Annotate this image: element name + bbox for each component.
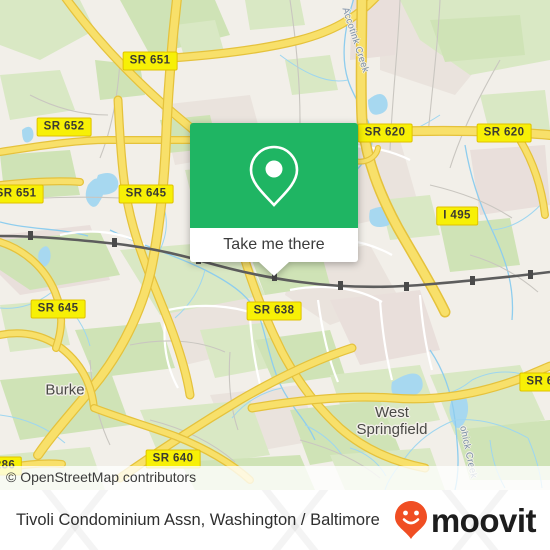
road-shield-sr-651-north[interactable]: SR 651 [122, 51, 178, 71]
location-popup-card[interactable]: Take me there [190, 123, 358, 276]
popup-pointer-tail [259, 262, 289, 276]
footer-watermark [41, 490, 509, 550]
place-label-west-springfield: West Springfield [356, 404, 428, 438]
road-shield-sr-620-east[interactable]: SR 620 [476, 123, 532, 143]
road-shield-i-495[interactable]: I 495 [436, 206, 478, 226]
map-canvas[interactable]: .green { fill:#d9e8c4; } .green2 { fill:… [0, 0, 550, 490]
popup-header [190, 123, 358, 228]
road-shield-sr-638[interactable]: SR 638 [246, 301, 302, 321]
map-pin-icon [249, 145, 299, 207]
road-shield-sr-620-west[interactable]: SR 620 [357, 123, 413, 143]
osm-attribution[interactable]: © OpenStreetMap contributors [0, 466, 550, 490]
screenshot-root: .green { fill:#d9e8c4; } .green2 { fill:… [0, 0, 550, 550]
road-shield-sr-651-west[interactable]: SR 651 [0, 184, 44, 204]
footer-bar: Tivoli Condominium Assn, Washington / Ba… [0, 490, 550, 550]
road-shield-sr-6-edge[interactable]: SR 6 [519, 372, 550, 392]
place-label-burke: Burke [45, 381, 85, 399]
take-me-there-button[interactable]: Take me there [190, 228, 358, 262]
road-shield-sr-645-lower[interactable]: SR 645 [30, 299, 86, 319]
take-me-there-label: Take me there [223, 236, 325, 253]
road-shield-sr-645-upper[interactable]: SR 645 [118, 184, 174, 204]
road-shield-sr-652[interactable]: SR 652 [36, 117, 92, 137]
